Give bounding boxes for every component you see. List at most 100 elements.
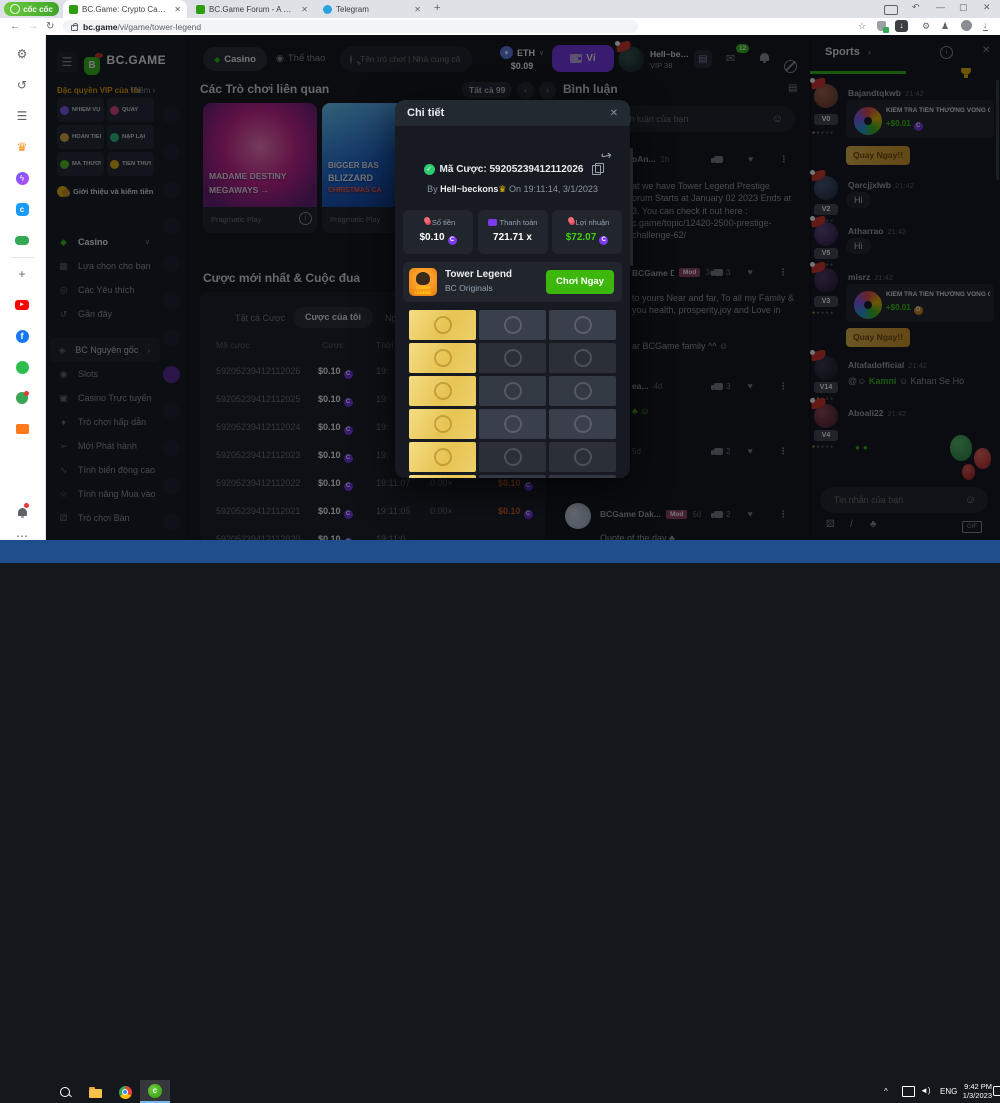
chrome-taskbar-icon[interactable] (118, 1085, 132, 1099)
chat-blue-icon[interactable]: c (13, 200, 31, 218)
search-box[interactable] (340, 46, 472, 72)
youtube-icon[interactable]: ► (13, 296, 31, 314)
toggle-chat-icon[interactable] (784, 60, 797, 73)
tab-casino[interactable]: ◆ Casino (203, 47, 267, 71)
bets-tab-all[interactable]: Tất cả Cược (235, 313, 285, 323)
spin-now-button[interactable]: Quay Ngay!! (846, 146, 910, 165)
currency-selector[interactable]: ♦ ETH ∨ $0.09 (492, 46, 552, 71)
spin-bonus-card[interactable]: KIỂM TRA TIỀN THƯỞNG VÒNG QU +$0.01C (846, 100, 994, 138)
rail-category-icon[interactable] (163, 181, 180, 198)
notifications-bell-icon[interactable] (760, 53, 769, 61)
spin-now-button[interactable]: Quay Ngay!! (846, 328, 910, 347)
action-center-icon[interactable] (993, 1086, 1000, 1096)
add-shortcut-icon[interactable]: + (13, 265, 31, 283)
start-button[interactable] (28, 1085, 42, 1099)
comments-sort-icon[interactable]: ▤ (788, 83, 797, 94)
comment-menu-icon[interactable]: ⋮ (779, 154, 788, 164)
heart-icon[interactable]: ♥ (747, 381, 752, 391)
reading-list-icon[interactable]: ☰ (13, 107, 31, 125)
new-tab-button[interactable]: + (434, 2, 440, 14)
search-input[interactable] (358, 53, 462, 65)
volume-icon[interactable]: ◄) (920, 1086, 931, 1095)
referral-banner[interactable]: Giới thiệu và kiếm tiền (57, 186, 157, 197)
carousel-next-icon[interactable]: › (539, 82, 556, 99)
chat-username[interactable]: Qarcjjxlwb21:42 (848, 180, 914, 190)
like-icon[interactable] (714, 156, 723, 163)
carousel-prev-icon[interactable]: ‹ (517, 82, 534, 99)
coccoc-taskbar-icon[interactable]: c (140, 1080, 170, 1103)
sidebar-item-2[interactable]: ◎ Các Yêu thích (50, 278, 160, 302)
chat-room-selector[interactable]: Sports› (825, 46, 871, 58)
chat-close-icon[interactable]: ✕ (982, 45, 990, 56)
rail-category-icon[interactable] (163, 144, 180, 161)
chat-username[interactable]: Aboali2221:42 (848, 408, 906, 418)
tab-bcgame[interactable]: BC.Game: Crypto Casino Gam ✕ (63, 0, 187, 18)
rail-category-icon[interactable] (163, 366, 180, 383)
games-gamepad-icon[interactable] (13, 231, 31, 249)
rail-category-icon[interactable] (163, 477, 180, 494)
chat-avatar[interactable] (814, 222, 838, 246)
close-window-icon[interactable]: ✕ (983, 2, 991, 13)
maximize-window-icon[interactable]: ▢ (959, 2, 968, 13)
shop-cart-icon[interactable] (13, 420, 31, 438)
rail-category-icon[interactable] (163, 329, 180, 346)
game-thumbnail[interactable]: TOWER LEGEND (409, 268, 437, 296)
sidebar-collapse-button[interactable]: ☰ (57, 52, 77, 72)
comment-menu-icon[interactable]: ⋮ (779, 267, 788, 277)
sidebar-game-item-5[interactable]: ∿ Tính biến động cao (50, 458, 160, 482)
rail-category-icon[interactable] (163, 218, 180, 235)
sidebar-item-0[interactable]: ◆ Casino ∨ (50, 230, 160, 254)
clover-icon[interactable]: ♣ (870, 519, 877, 530)
rail-category-icon[interactable] (163, 403, 180, 420)
tab-telegram[interactable]: Telegram ✕ (317, 0, 427, 18)
heart-icon[interactable]: ♥ (748, 154, 753, 164)
vip-promo-tile[interactable]: HOÀN TIỀN X (57, 125, 104, 149)
chat-username[interactable]: Atharrao21:42 (848, 226, 906, 236)
like-icon[interactable] (714, 269, 723, 276)
heart-icon[interactable]: ♥ (747, 446, 752, 456)
tab-sports[interactable]: ◉ Thể thao (276, 53, 325, 64)
gif-keyboard-icon[interactable]: GIF (962, 521, 982, 533)
emoji-icon[interactable]: ☺ (965, 494, 976, 506)
user-avatar[interactable] (618, 46, 644, 72)
comment-menu-icon[interactable]: ⋮ (779, 381, 788, 391)
bet-row[interactable]: 59205239412112021 $0.10C 19:11:05 0.00× … (200, 498, 545, 526)
facebook-icon[interactable]: f (13, 327, 31, 345)
back-icon[interactable]: ← (10, 21, 20, 32)
like-icon[interactable] (714, 448, 723, 455)
mail-icon[interactable]: ✉ (726, 52, 735, 65)
close-tab-icon[interactable]: ✕ (414, 5, 421, 14)
coccoc-logo[interactable]: cốc cốc (4, 2, 59, 16)
notification-bell-icon[interactable] (13, 503, 31, 521)
tab-forum[interactable]: BC.Game Forum - A Cryptoc ✕ (190, 0, 314, 18)
like-icon[interactable] (714, 383, 723, 390)
bcgame-logo[interactable]: B BC.GAME (84, 53, 166, 75)
rail-category-icon[interactable] (163, 514, 180, 531)
vip-promo-tile[interactable]: TIỀN THƯỞNG (107, 152, 154, 176)
extension-icon[interactable]: ⚙ (922, 21, 930, 32)
url-field[interactable]: bc.game/vi/game/tower-legend (63, 20, 638, 33)
comment-menu-icon[interactable]: ⋮ (779, 446, 788, 456)
all-games-button[interactable]: Tất cả 99 (462, 82, 512, 98)
commands-icon[interactable]: / (850, 519, 853, 530)
wallet-button[interactable]: Ví (552, 45, 614, 72)
profile-icon[interactable] (961, 20, 972, 31)
extension2-icon[interactable]: ♟ (941, 21, 949, 32)
sidebar-game-item-2[interactable]: ▣ Casino Trực tuyến (50, 386, 160, 410)
chat-avatar[interactable] (814, 356, 838, 380)
vip-promo-tile[interactable]: NẠP LẠI (107, 125, 154, 149)
tray-expand-icon[interactable]: ^ (884, 1087, 888, 1096)
game-name[interactable]: Tower Legend (445, 269, 512, 280)
comment-menu-icon[interactable]: ⋮ (779, 509, 788, 519)
heart-icon[interactable]: ♥ (747, 509, 752, 519)
green-chat-icon[interactable] (13, 358, 31, 376)
comment-avatar[interactable] (565, 503, 591, 529)
game-card-madame-destiny[interactable]: MADAME DESTINY MEGAWAYS → Pragmatic Play… (203, 103, 317, 233)
reload-icon[interactable]: ↻ (46, 21, 54, 32)
header-username[interactable]: Hell~beckons (650, 49, 692, 59)
sidebar-game-item-3[interactable]: ♦ Trò chơi hấp dẫn (50, 410, 160, 434)
adblock-icon[interactable] (877, 21, 886, 31)
heart-icon[interactable]: ♥ (747, 267, 752, 277)
history-icon[interactable]: ↺ (13, 76, 31, 94)
chat-avatar[interactable] (814, 84, 838, 108)
